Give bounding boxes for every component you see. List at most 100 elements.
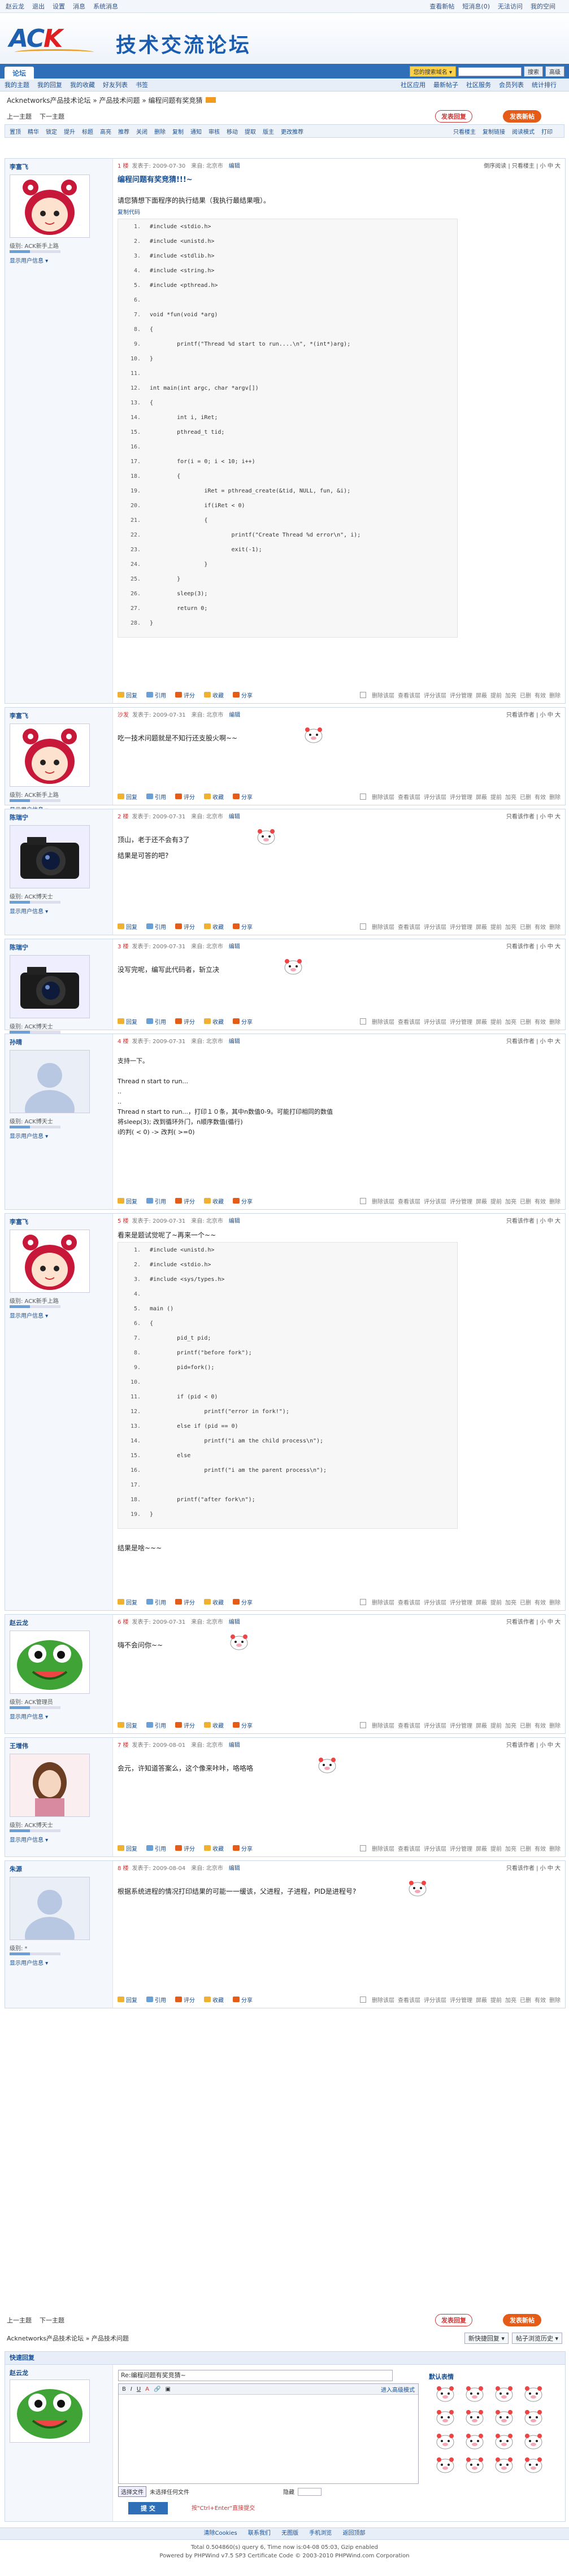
post-action[interactable]: 评分 bbox=[175, 922, 195, 931]
mod-action[interactable]: 评分管理 bbox=[450, 792, 472, 801]
show-user-info[interactable]: 显示用户信息 ▾ bbox=[10, 1958, 48, 1967]
post-action[interactable]: 评分 bbox=[175, 1197, 195, 1205]
show-user-info[interactable]: 显示用户信息 ▾ bbox=[10, 256, 48, 264]
subnav-link[interactable]: 好友列表 bbox=[103, 80, 128, 89]
choose-file-button[interactable]: 选择文件 bbox=[118, 2486, 146, 2497]
mod-action[interactable]: 评分该层 bbox=[424, 1995, 446, 2004]
edit-link[interactable]: 编辑 bbox=[229, 1619, 240, 1625]
subnav-link[interactable]: 我的回复 bbox=[37, 80, 62, 89]
post-action[interactable]: 引用 bbox=[146, 691, 166, 699]
footer-link[interactable]: 清除Cookies bbox=[204, 2530, 237, 2536]
user-name[interactable]: 赵云龙 bbox=[6, 2, 24, 11]
mod-action[interactable]: 提前 bbox=[490, 792, 502, 801]
mod-action[interactable]: 有效 bbox=[535, 1844, 546, 1853]
show-user-info[interactable]: 显示用户信息 ▾ bbox=[10, 1131, 48, 1140]
post-action[interactable]: 回复 bbox=[118, 1844, 137, 1853]
select-checkbox[interactable] bbox=[360, 1197, 366, 1204]
author-name[interactable]: 李富飞 bbox=[10, 1217, 28, 1226]
post-action[interactable]: 回复 bbox=[118, 1995, 137, 2004]
mod-action[interactable]: 查看该层 bbox=[398, 1197, 420, 1205]
emoji-option[interactable] bbox=[493, 2386, 515, 2404]
show-user-info[interactable]: 显示用户信息 ▾ bbox=[10, 1835, 48, 1843]
breadcrumb-text[interactable]: Acknetworks产品技术论坛 » 产品技术问题 » 编程问题有奖竞猜 bbox=[7, 95, 202, 105]
mod-action[interactable]: 有效 bbox=[535, 922, 546, 931]
mod-tool[interactable]: 提取 bbox=[245, 127, 256, 136]
mod-action[interactable]: 提前 bbox=[490, 1995, 502, 2004]
mod-action[interactable]: 已删 bbox=[520, 1995, 531, 2004]
underline-icon[interactable]: U bbox=[137, 2386, 141, 2392]
italic-icon[interactable]: I bbox=[131, 2386, 132, 2392]
mod-action[interactable]: 提前 bbox=[490, 1598, 502, 1606]
post-view-options[interactable]: 只看该作者 | 小 中 大 bbox=[506, 812, 561, 820]
mod-tool[interactable]: 通知 bbox=[190, 127, 202, 136]
select-checkbox[interactable] bbox=[360, 793, 366, 800]
post-view-options[interactable]: 倒序阅读 | 只看楼主 | 小 中 大 bbox=[484, 161, 561, 169]
link-icon[interactable]: 🔗 bbox=[154, 2386, 160, 2392]
post-action[interactable]: 收藏 bbox=[204, 1721, 224, 1729]
mod-action[interactable]: 提前 bbox=[490, 1844, 502, 1853]
mod-action[interactable]: 屏蔽 bbox=[476, 1017, 487, 1026]
emoji-option[interactable] bbox=[435, 2457, 456, 2475]
search-input[interactable] bbox=[458, 67, 522, 76]
emoji-option[interactable] bbox=[493, 2433, 515, 2452]
history-dropdown[interactable]: 帖子浏览历史 ▾ bbox=[511, 2333, 562, 2344]
mod-action[interactable]: 评分该层 bbox=[424, 691, 446, 699]
search-scope-select[interactable]: 您的搜索域名 ▾ bbox=[409, 66, 456, 77]
userbar-link[interactable]: 消息 bbox=[73, 2, 85, 11]
mod-action[interactable]: 评分该层 bbox=[424, 1598, 446, 1606]
author-name[interactable]: 朱源 bbox=[10, 1864, 22, 1873]
mod-action[interactable]: 删除该层 bbox=[372, 1598, 394, 1606]
author-name[interactable]: 孙晴 bbox=[10, 1038, 22, 1047]
userbar-right-link[interactable]: 查看新帖 bbox=[429, 2, 454, 11]
mod-action[interactable]: 有效 bbox=[535, 1721, 546, 1729]
mod-tool[interactable]: 置顶 bbox=[10, 127, 21, 136]
post-action[interactable]: 分享 bbox=[233, 1197, 253, 1205]
footer-link[interactable]: 返回顶部 bbox=[342, 2530, 365, 2536]
mod-tool[interactable]: 标题 bbox=[82, 127, 93, 136]
post-action[interactable]: 收藏 bbox=[204, 922, 224, 931]
mod-action[interactable]: 删除 bbox=[549, 1844, 561, 1853]
floor-number[interactable]: 2 楼 bbox=[118, 814, 129, 820]
mod-action[interactable]: 有效 bbox=[535, 1598, 546, 1606]
post-action[interactable]: 引用 bbox=[146, 922, 166, 931]
mod-action[interactable]: 评分管理 bbox=[450, 1995, 472, 2004]
mod-action[interactable]: 查看该层 bbox=[398, 691, 420, 699]
mod-action[interactable]: 评分管理 bbox=[450, 1017, 472, 1026]
subnav-right-link[interactable]: 社区应用 bbox=[401, 80, 425, 89]
submit-button[interactable]: 提 交 bbox=[128, 2502, 168, 2514]
mod-action[interactable]: 屏蔽 bbox=[476, 792, 487, 801]
post-action[interactable]: 评分 bbox=[175, 1995, 195, 2004]
show-user-info[interactable]: 显示用户信息 ▾ bbox=[10, 1311, 48, 1319]
post-action[interactable]: 引用 bbox=[146, 1844, 166, 1853]
show-user-info[interactable]: 显示用户信息 ▾ bbox=[10, 1712, 48, 1720]
floor-number[interactable]: 5 楼 bbox=[118, 1218, 129, 1224]
mod-action[interactable]: 加亮 bbox=[505, 1598, 516, 1606]
mod-action[interactable]: 有效 bbox=[535, 1197, 546, 1205]
mod-action[interactable]: 提前 bbox=[490, 1017, 502, 1026]
post-action[interactable]: 收藏 bbox=[204, 1017, 224, 1026]
mod-tool[interactable]: 删除 bbox=[154, 127, 166, 136]
emoji-option[interactable] bbox=[523, 2386, 544, 2404]
mod-action[interactable]: 加亮 bbox=[505, 922, 516, 931]
mod-tool[interactable]: 提升 bbox=[64, 127, 75, 136]
userbar-link[interactable]: 退出 bbox=[32, 2, 45, 11]
subnav-right-link[interactable]: 社区服务 bbox=[466, 80, 491, 89]
post-action[interactable]: 引用 bbox=[146, 1197, 166, 1205]
mod-action[interactable]: 提前 bbox=[490, 922, 502, 931]
mod-tool[interactable]: 复制 bbox=[172, 127, 184, 136]
mod-action[interactable]: 提前 bbox=[490, 691, 502, 699]
mod-action[interactable]: 评分管理 bbox=[450, 1844, 472, 1853]
post-action[interactable]: 评分 bbox=[175, 1017, 195, 1026]
subnav-right-link[interactable]: 统计排行 bbox=[532, 80, 557, 89]
emoji-option[interactable] bbox=[523, 2433, 544, 2452]
mod-action[interactable]: 删除 bbox=[549, 1598, 561, 1606]
mod-action[interactable]: 提前 bbox=[490, 1197, 502, 1205]
select-checkbox[interactable] bbox=[360, 1996, 366, 2003]
post-view-options[interactable]: 只看该作者 | 小 中 大 bbox=[506, 942, 561, 950]
subnav-link[interactable]: 我的主题 bbox=[5, 80, 29, 89]
select-checkbox[interactable] bbox=[360, 1598, 366, 1605]
reply-editor[interactable]: B I U A 🔗 ▣ 进入高级模式 bbox=[118, 2383, 419, 2484]
mod-action[interactable]: 删除该层 bbox=[372, 1017, 394, 1026]
floor-number[interactable]: 6 楼 bbox=[118, 1619, 129, 1625]
mod-action[interactable]: 有效 bbox=[535, 1995, 546, 2004]
